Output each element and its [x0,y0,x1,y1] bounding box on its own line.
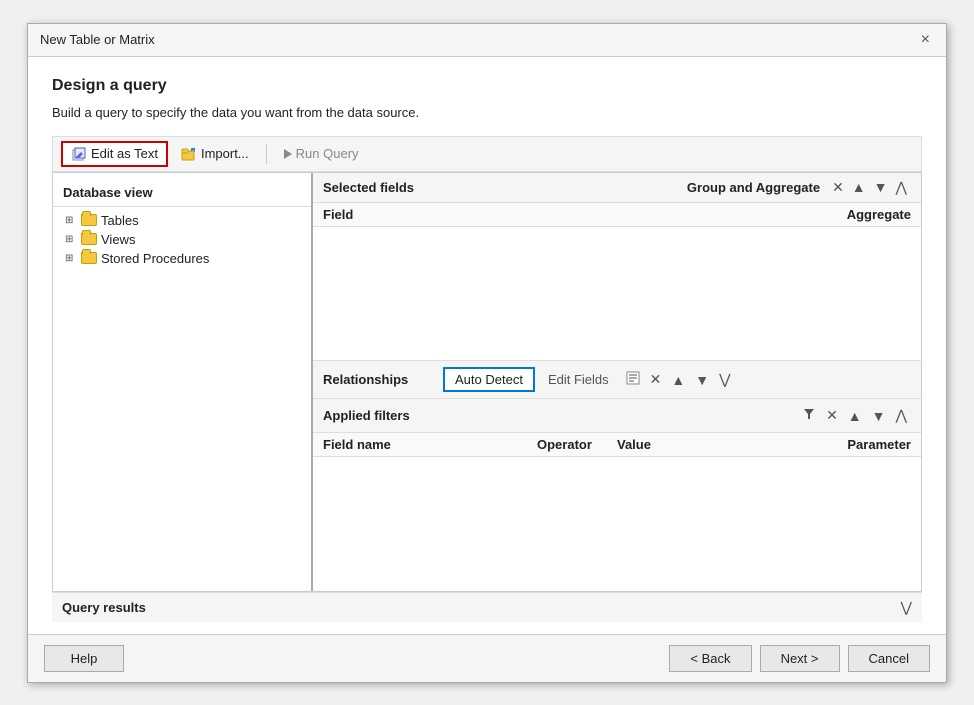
toolbar-divider [266,144,267,164]
title-bar: New Table or Matrix × [28,24,946,57]
toolbar: Edit as Text Import... Run Query [52,136,922,172]
dialog: New Table or Matrix × Design a query Bui… [27,23,947,683]
expand-icon-views: ⊞ [65,234,77,245]
dialog-footer: Help < Back Next > Cancel [28,634,946,682]
database-view-header: Database view [53,181,311,207]
back-button[interactable]: < Back [669,645,751,672]
rel-delete-button[interactable]: ✕ [646,369,666,390]
help-button[interactable]: Help [44,645,124,672]
dialog-title: New Table or Matrix [40,32,155,47]
fields-content-area [313,227,921,361]
query-results-expand-icon: ⋁ [901,599,912,616]
filter-col-op-header: Operator [537,437,617,452]
cancel-button[interactable]: Cancel [848,645,930,672]
group-aggregate-up-button[interactable]: ▲ [848,177,870,197]
next-button[interactable]: Next > [760,645,840,672]
filters-content-area [313,457,921,591]
dialog-body: Design a query Build a query to specify … [28,57,946,634]
right-panel: Selected fields Group and Aggregate ✕ ▲ … [313,173,921,591]
field-column-header: Field [323,207,821,222]
rel-expand-button[interactable]: ⋁ [715,369,734,390]
relationships-row: Relationships Auto Detect Edit Fields [313,360,921,399]
tree-item-views[interactable]: ⊞ Views [53,230,311,249]
rel-down-button[interactable]: ▼ [691,370,713,390]
aggregate-column-header: Aggregate [821,207,911,222]
filter-up-button[interactable]: ▲ [844,406,866,426]
group-aggregate-expand-button[interactable]: ⋀ [892,177,911,198]
edit-as-text-icon [71,146,87,162]
selected-fields-label: Selected fields [323,180,687,195]
auto-detect-button[interactable]: Auto Detect [443,367,535,392]
filter-icon [802,407,816,421]
relationships-label: Relationships [323,372,443,387]
tree-item-stored-procedures[interactable]: ⊞ Stored Procedures [53,249,311,268]
rel-edit-icon-button[interactable] [622,369,644,390]
folder-icon-tables [81,214,97,226]
tree-item-tables[interactable]: ⊞ Tables [53,211,311,230]
import-button[interactable]: Import... [172,142,258,166]
section-title: Design a query [52,77,922,95]
query-results-label: Query results [62,600,901,615]
import-icon [181,146,197,162]
filter-col-param-header: Parameter [831,437,911,452]
query-results-bar[interactable]: Query results ⋁ [52,592,922,622]
rel-edit-icon [626,371,640,385]
filter-col-val-header: Value [617,437,831,452]
rel-icons: ✕ ▲ ▼ ⋁ [622,369,735,390]
selected-fields-header: Selected fields Group and Aggregate ✕ ▲ … [313,173,921,203]
filter-down-button[interactable]: ▼ [868,406,890,426]
group-aggregate-delete-button[interactable]: ✕ [828,177,848,198]
expand-icon-tables: ⊞ [65,215,77,226]
folder-icon-views [81,233,97,245]
folder-icon-sproc [81,252,97,264]
group-aggregate-label: Group and Aggregate [687,180,820,195]
filter-col-name-header: Field name [323,437,537,452]
applied-filters-row: Applied filters ✕ ▲ ▼ ⋀ [313,399,921,432]
applied-filters-label: Applied filters [323,408,798,423]
filters-icons: ✕ ▲ ▼ ⋀ [798,405,911,426]
filter-delete-button[interactable]: ✕ [822,405,842,426]
expand-icon-sproc: ⊞ [65,253,77,264]
close-button[interactable]: × [917,32,934,48]
left-panel: Database view ⊞ Tables ⊞ Views ⊞ Stored … [53,173,313,591]
section-desc: Build a query to specify the data you wa… [52,105,922,120]
rel-up-button[interactable]: ▲ [667,370,689,390]
group-aggregate-down-button[interactable]: ▼ [870,177,892,197]
fields-table-header: Field Aggregate [313,203,921,227]
run-query-button[interactable]: Run Query [275,142,368,165]
filter-add-button[interactable] [798,405,820,426]
edit-fields-button[interactable]: Edit Fields [539,368,618,391]
filter-expand-button[interactable]: ⋀ [892,405,911,426]
filters-table-header: Field name Operator Value Parameter [313,432,921,457]
edit-as-text-button[interactable]: Edit as Text [61,141,168,167]
run-icon [284,149,292,159]
main-content: Database view ⊞ Tables ⊞ Views ⊞ Stored … [52,172,922,592]
